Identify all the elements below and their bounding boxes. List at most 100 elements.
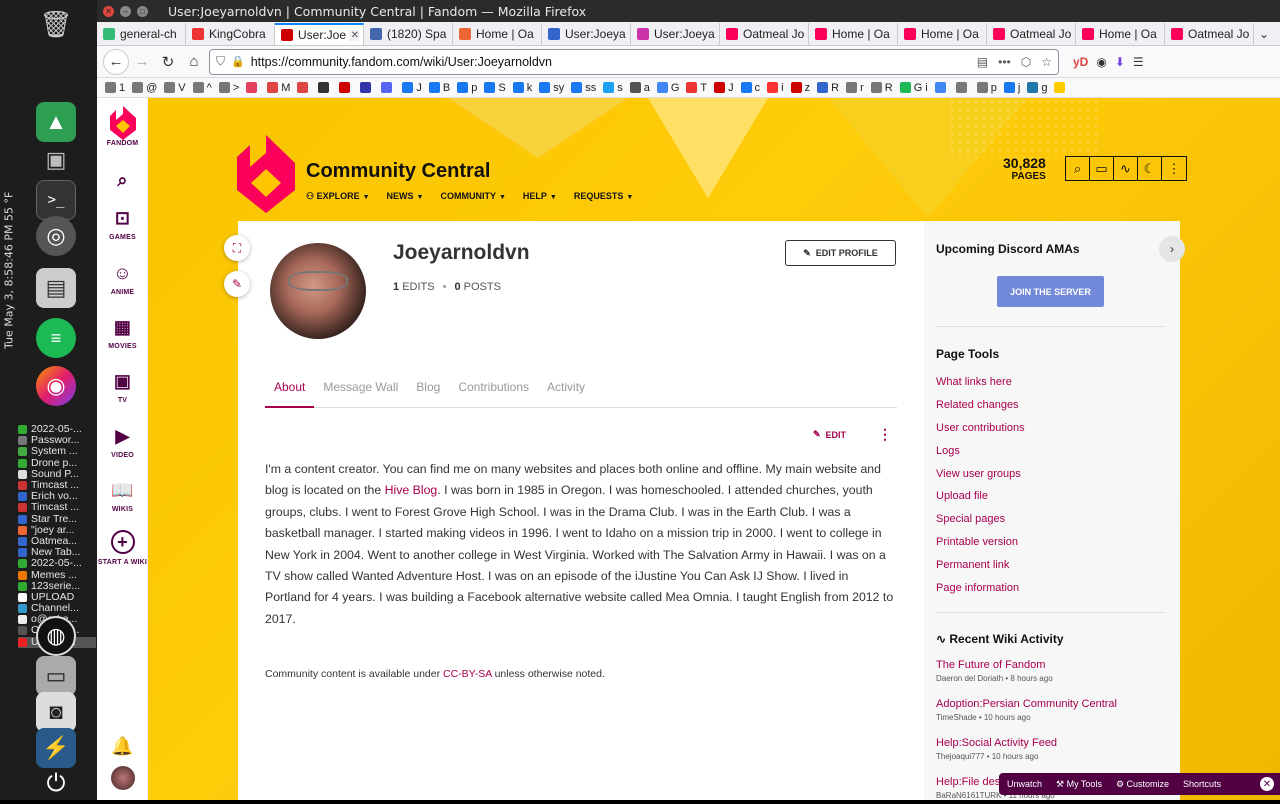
taskbar-item[interactable]: UPLOAD [18, 592, 96, 603]
download-extension-icon[interactable]: ⬇ [1115, 55, 1125, 69]
browser-tab[interactable]: Home | Oa [453, 23, 542, 45]
taskbar-item[interactable]: Sound P... [18, 469, 96, 480]
page-tool-link[interactable]: Printable version [936, 531, 1025, 554]
browser-tab[interactable]: User:Joe ✕ [275, 23, 364, 45]
start-a-wiki-link[interactable]: + START A WIKI [97, 530, 148, 567]
back-button[interactable]: ← [103, 48, 129, 75]
remote-app-icon[interactable]: ⚡ [36, 728, 76, 768]
fullscreen-expand-icon[interactable]: ⛶ [224, 235, 250, 261]
bookmark-item[interactable]: j [1003, 82, 1020, 94]
my-tools-button[interactable]: ⚒ My Tools [1056, 779, 1102, 790]
extension-avatar-icon[interactable]: ◉ [1096, 55, 1106, 69]
activity-icon[interactable]: ∿ [1114, 157, 1138, 180]
android-app-icon[interactable]: ▲ [36, 102, 76, 142]
join-server-button[interactable]: JOIN THE SERVER [997, 276, 1104, 307]
hive-blog-link[interactable]: Hive Blog [385, 483, 438, 497]
bookmark-star-icon[interactable]: ☆ [1041, 55, 1052, 69]
taskbar-item[interactable]: Oatmea... [18, 536, 96, 547]
bookmark-item[interactable]: J [402, 82, 422, 94]
browser-tab[interactable]: Home | Oa [1076, 23, 1165, 45]
menu-icon[interactable]: ☰ [1133, 55, 1144, 69]
taskbar-item[interactable]: Memes ... [18, 569, 96, 580]
taskbar-item[interactable]: "joey ar... [18, 525, 96, 536]
bookmark-item[interactable]: B [428, 82, 450, 94]
fandom-home-link[interactable]: FANDOM [97, 106, 148, 147]
bookmark-item[interactable]: sy [539, 82, 564, 94]
profile-tab-contributions[interactable]: Contributions [449, 376, 538, 408]
taskbar-item[interactable]: Erich vo... [18, 491, 96, 502]
camera-icon[interactable]: ◙ [36, 692, 76, 732]
bookmark-item[interactable]: z [790, 82, 810, 94]
browser-tab[interactable]: User:Joeya [631, 23, 720, 45]
recent-activity-title[interactable]: Help:Social Activity Feed [936, 737, 1057, 749]
page-tool-link[interactable]: Related changes [936, 394, 1025, 417]
browser-tab[interactable]: Oatmeal Jo [987, 23, 1076, 45]
bookmark-item[interactable]: M [267, 82, 290, 94]
wiki-nav-requests[interactable]: REQUESTS ▼ [574, 191, 633, 202]
dark-mode-icon[interactable]: ☾ [1138, 157, 1162, 180]
ubuntu-icon[interactable]: ◎ [36, 216, 76, 256]
browser-tab[interactable]: general-ch [97, 23, 186, 45]
bookmark-item[interactable]: R [817, 82, 839, 94]
bookmark-item[interactable]: a [629, 82, 650, 94]
bookmark-item[interactable] [934, 82, 949, 93]
pocket-icon[interactable]: ⬡ [1021, 55, 1031, 69]
bookmark-item[interactable] [360, 82, 374, 93]
bookmark-item[interactable]: s [603, 82, 623, 94]
tv-link[interactable]: ▣ TV [97, 369, 148, 404]
edit-profile-button[interactable]: ✎ EDIT PROFILE [785, 240, 896, 266]
page-tool-link[interactable]: User contributions [936, 417, 1025, 440]
page-actions-icon[interactable]: ••• [998, 55, 1011, 69]
bookmark-item[interactable]: p [976, 82, 997, 94]
bookmark-item[interactable]: T [686, 82, 707, 94]
browser-tab[interactable]: User:Joeya [542, 23, 631, 45]
page-tool-link[interactable]: Page information [936, 577, 1025, 600]
taskbar-item[interactable]: Timcast ... [18, 480, 96, 491]
bookmark-item[interactable]: S [484, 82, 506, 94]
bookmark-item[interactable]: r [846, 82, 864, 94]
tracking-shield-icon[interactable]: ⛉ [216, 54, 225, 69]
close-icon[interactable]: ✕ [1260, 777, 1274, 791]
close-window-icon[interactable]: ✕ [103, 5, 114, 17]
taskbar-item[interactable]: Passwor... [18, 435, 96, 446]
profile-tab-message-wall[interactable]: Message Wall [314, 376, 407, 408]
lock-icon[interactable]: 🔒 [231, 55, 245, 68]
bookmark-item[interactable]: G i [899, 82, 928, 94]
page-tool-link[interactable]: Permanent link [936, 554, 1025, 577]
taskbar-item[interactable]: Timcast ... [18, 502, 96, 513]
wiki-name[interactable]: Community Central [306, 160, 490, 183]
global-search-button[interactable]: ⌕ [97, 168, 148, 196]
trash-icon[interactable]: 🗑 [36, 4, 76, 44]
power-icon[interactable]: ⏻ [36, 764, 76, 804]
forward-button[interactable]: → [129, 49, 155, 75]
discussions-icon[interactable]: ▭ [1090, 157, 1114, 180]
cube-app-icon[interactable]: ▣ [36, 140, 76, 180]
bookmark-item[interactable]: ^ [192, 82, 212, 94]
wiki-nav-news[interactable]: NEWS ▼ [387, 191, 424, 202]
taskbar-item[interactable]: 123serie... [18, 581, 96, 592]
home-button[interactable]: ⌂ [181, 49, 207, 75]
taskbar-item[interactable]: 2022-05-... [18, 558, 96, 569]
movies-link[interactable]: ▦ MOVIES [97, 315, 148, 350]
bookmark-item[interactable]: V [164, 82, 186, 94]
bookmark-item[interactable] [339, 82, 353, 93]
list-all-tabs-icon[interactable]: ⌄ [1254, 27, 1274, 41]
drive-icon[interactable]: ▤ [36, 268, 76, 308]
reader-view-icon[interactable]: ▤ [977, 55, 988, 69]
customize-button[interactable]: ⚙ Customize [1116, 779, 1169, 790]
profile-tab-about[interactable]: About [265, 376, 315, 408]
cc-by-sa-link[interactable]: CC-BY-SA [443, 668, 492, 680]
bookmark-item[interactable] [1054, 82, 1068, 93]
community-central-logo[interactable] [237, 135, 295, 213]
recent-activity-title[interactable]: Adoption:Persian Community Central [936, 698, 1117, 710]
bookmark-item[interactable]: p [457, 82, 477, 94]
chevron-right-icon[interactable]: › [1159, 236, 1185, 262]
bookmark-item[interactable] [297, 82, 311, 93]
reload-button[interactable]: ↻ [155, 49, 181, 75]
page-tool-link[interactable]: Upload file [936, 485, 1025, 508]
about-edit-button[interactable]: ✎ EDIT [813, 429, 846, 440]
minimize-window-icon[interactable]: – [120, 5, 131, 17]
wiki-search-icon[interactable]: ⌕ [1066, 157, 1090, 180]
browser-tab[interactable]: Home | Oa [809, 23, 898, 45]
taskbar-item[interactable]: Drone p... [18, 458, 96, 469]
